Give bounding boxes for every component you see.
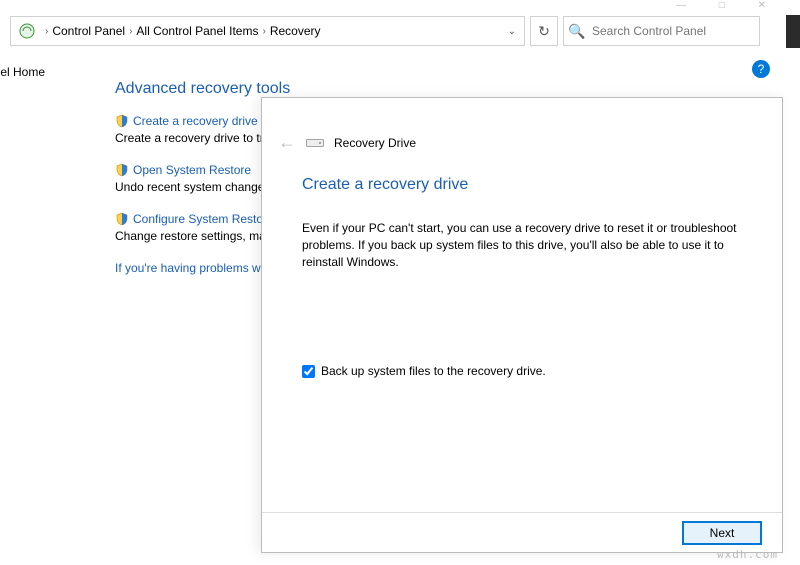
search-input[interactable] xyxy=(590,23,759,39)
create-recovery-drive-link[interactable]: Create a recovery drive xyxy=(115,114,258,128)
open-system-restore-link[interactable]: Open System Restore xyxy=(115,163,251,177)
window-controls-fragment: ― □ ✕ xyxy=(676,0,766,10)
wizard-footer: Next xyxy=(262,512,782,552)
wizard-title: Recovery Drive xyxy=(334,136,416,150)
checkbox-label: Back up system files to the recovery dri… xyxy=(321,364,546,378)
tool-link-label: Create a recovery drive xyxy=(133,114,258,128)
wizard-body-text: Even if your PC can't start, you can use… xyxy=(302,220,757,270)
drive-icon xyxy=(306,137,324,149)
address-bar[interactable]: › Control Panel › All Control Panel Item… xyxy=(10,16,525,46)
background-strip xyxy=(786,15,800,48)
breadcrumb-item[interactable]: Recovery xyxy=(270,24,321,38)
sidebar-home-link[interactable]: el Home xyxy=(0,65,45,79)
page-title: Advanced recovery tools xyxy=(115,80,755,98)
back-arrow-icon[interactable]: ← xyxy=(278,132,296,153)
wizard-title-row: ← Recovery Drive xyxy=(278,132,416,153)
backup-system-files-checkbox[interactable] xyxy=(302,365,315,378)
refresh-button[interactable]: ↻ xyxy=(530,16,558,46)
shield-icon xyxy=(115,212,129,226)
chevron-right-icon: › xyxy=(262,26,265,37)
watermark: wxdh.com xyxy=(717,548,778,561)
minimize-fragment: ― xyxy=(676,0,686,10)
close-fragment: ✕ xyxy=(758,0,766,10)
wizard-heading: Create a recovery drive xyxy=(302,176,468,194)
control-panel-icon xyxy=(17,21,37,41)
breadcrumb-item[interactable]: All Control Panel Items xyxy=(136,24,258,38)
maximize-fragment: □ xyxy=(719,0,725,10)
chevron-right-icon: › xyxy=(129,26,132,37)
shield-icon xyxy=(115,163,129,177)
breadcrumb-item[interactable]: Control Panel xyxy=(52,24,125,38)
shield-icon xyxy=(115,114,129,128)
address-dropdown-icon[interactable]: ⌄ xyxy=(500,17,524,45)
search-box[interactable]: 🔍 xyxy=(563,16,760,46)
backup-system-files-checkbox-row[interactable]: Back up system files to the recovery dri… xyxy=(302,364,546,378)
tool-link-label: Open System Restore xyxy=(133,163,251,177)
tool-link-label: Configure System Restore xyxy=(133,212,274,226)
search-icon: 🔍 xyxy=(564,17,590,45)
next-button[interactable]: Next xyxy=(682,521,762,545)
recovery-drive-wizard: ← Recovery Drive Create a recovery drive… xyxy=(261,97,783,553)
configure-system-restore-link[interactable]: Configure System Restore xyxy=(115,212,274,226)
chevron-right-icon: › xyxy=(45,26,48,37)
